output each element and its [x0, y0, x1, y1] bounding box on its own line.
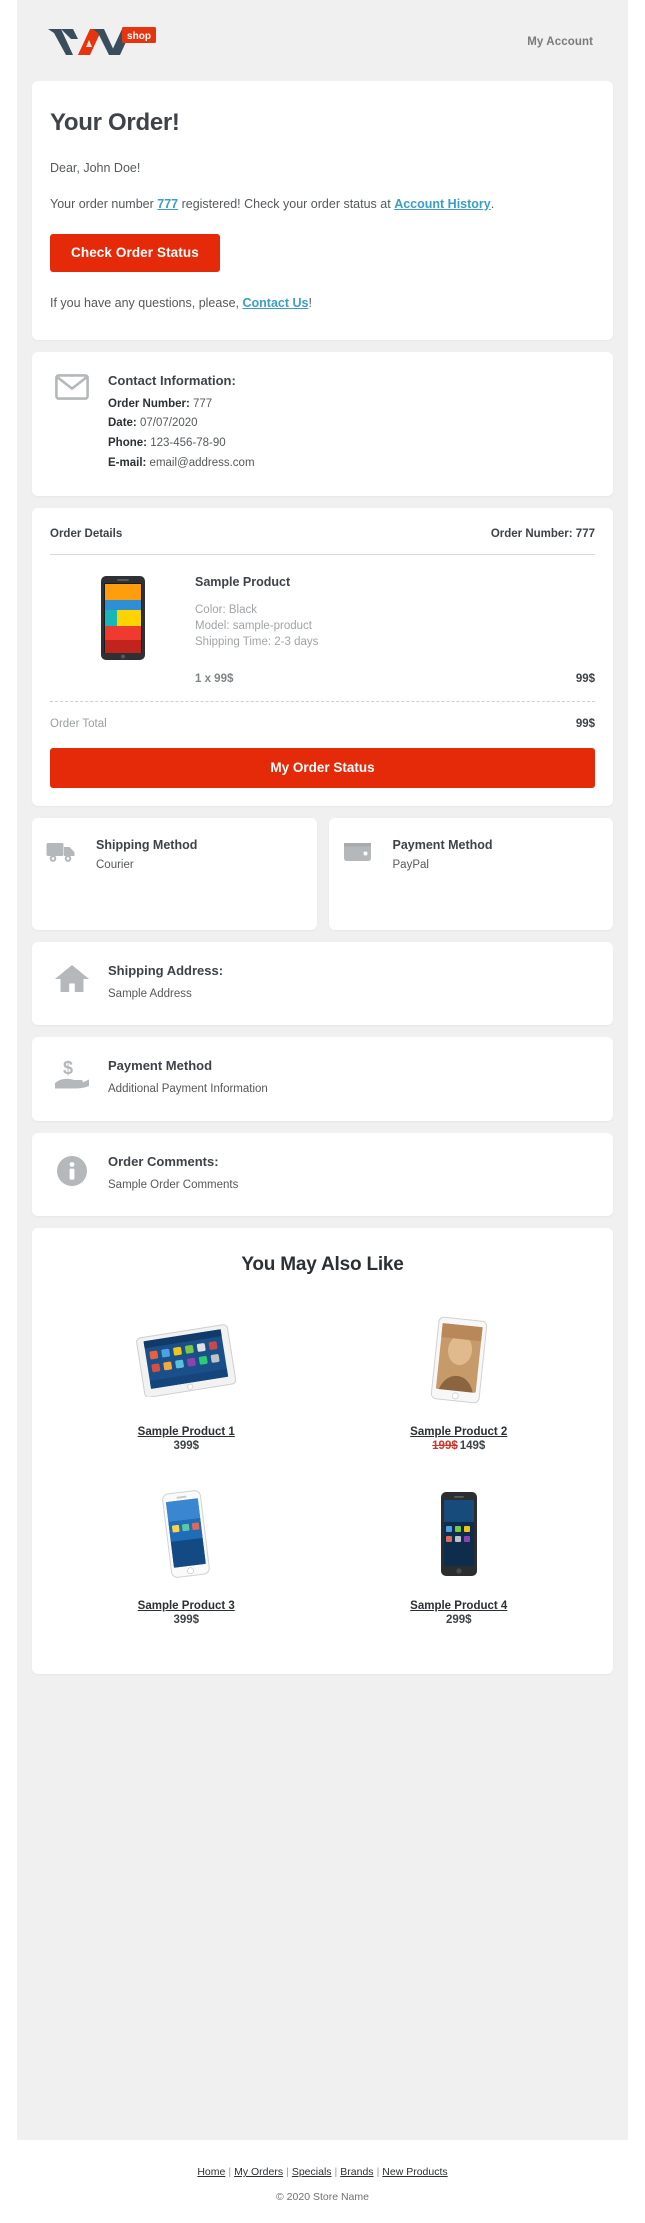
my-account-link[interactable]: My Account	[527, 36, 597, 48]
vava-shop-logo[interactable]: shop	[48, 25, 158, 59]
page-title: Your Order!	[50, 109, 180, 136]
upsell-item[interactable]: Sample Product 1 399$	[50, 1296, 323, 1470]
home-icon	[50, 962, 94, 994]
svg-text:$: $	[63, 1059, 73, 1078]
order-comments-card: Order Comments: Sample Order Comments	[32, 1132, 613, 1216]
product-color: Color: Black	[195, 603, 257, 616]
upsell-product-name[interactable]: Sample Product 3	[138, 1600, 235, 1612]
order-line-pre: Your order number	[50, 196, 158, 211]
contact-info-lines: Order Number: 777 Date: 07/07/2020 Phone…	[108, 395, 595, 474]
upsell-thumbnail-phone-white	[58, 1486, 315, 1582]
contact-us-link[interactable]: Contact Us	[243, 296, 309, 310]
footer-copyright: © 2020 Store Name	[276, 2191, 369, 2203]
email-body: shop My Account Your Order! Dear, John D…	[17, 0, 628, 2140]
order-product-row: Sample Product Color: Black Model: sampl…	[50, 555, 595, 689]
order-intro-card: Your Order! Dear, John Doe! Your order n…	[32, 81, 613, 340]
order-total-row: Order Total 99$	[50, 702, 595, 748]
questions-sentence: If you have any questions, please, Conta…	[50, 294, 595, 313]
order-total-label: Order Total	[50, 717, 107, 730]
product-model: Model: sample-product	[195, 620, 312, 633]
email-page: shop My Account Your Order! Dear, John D…	[0, 0, 645, 2223]
my-order-status-button[interactable]: My Order Status	[50, 747, 595, 788]
payment-information-value: Additional Payment Information	[108, 1083, 268, 1096]
account-history-link[interactable]: Account History	[394, 197, 491, 211]
footer-link-my-orders[interactable]: My Orders	[231, 2166, 286, 2178]
order-status-sentence: Your order number 777 registered! Check …	[50, 195, 595, 214]
upsell-thumbnail-tablet-white	[58, 1312, 315, 1408]
footer-link-home[interactable]: Home	[194, 2166, 228, 2178]
upsell-product-price: 399$	[173, 1439, 200, 1452]
product-price-row: 1 x 99$ 99$	[195, 673, 595, 685]
contact-information-card: Contact Information: Order Number: 777 D…	[32, 351, 613, 496]
shipping-method-card: Shipping Method Courier	[32, 817, 317, 930]
shipping-method-title: Shipping Method	[96, 837, 198, 852]
order-comments-title: Order Comments:	[108, 1153, 219, 1169]
upsell-item[interactable]: Sample Product 4 299$	[323, 1470, 596, 1644]
email-footer: Home | My Orders | Specials | Brands | New Produ…	[0, 2140, 645, 2223]
product-shipping-time: Shipping Time: 2-3 days	[195, 636, 319, 649]
upsell-card: You May Also Like Sample Product 1 399$ …	[32, 1227, 613, 1674]
footer-link-new-products[interactable]: New Products	[379, 2166, 450, 2178]
footer-link-specials[interactable]: Specials	[289, 2166, 335, 2178]
info-circle-icon	[50, 1153, 94, 1187]
greeting-text: Dear, John Doe!	[50, 160, 141, 175]
upsell-item[interactable]: Sample Product 2 199$ 149$	[323, 1296, 596, 1470]
order-line-end: .	[490, 196, 495, 211]
hand-dollar-icon: $	[50, 1057, 94, 1089]
upsell-thumbnail-tablet-gold	[331, 1312, 588, 1408]
upsell-product-price: 299$	[445, 1613, 472, 1626]
upsell-product-name[interactable]: Sample Product 1	[138, 1426, 235, 1438]
order-total-value: 99$	[575, 717, 595, 730]
contact-field-date: Date: 07/07/2020	[108, 417, 198, 430]
wallet-icon	[343, 838, 383, 869]
contact-field-order-number: Order Number: 777	[108, 397, 213, 410]
upsell-item[interactable]: Sample Product 3 399$	[50, 1470, 323, 1644]
upsell-product-price: 399$	[173, 1613, 200, 1626]
payment-information-card: $ Payment Method Additional Payment Info…	[32, 1037, 613, 1121]
upsell-product-price: 199$ 149$	[331, 1440, 588, 1452]
check-order-status-button[interactable]: Check Order Status	[50, 234, 220, 273]
footer-links: Home | My Orders | Specials | Brands | New Produ…	[10, 2166, 635, 2178]
questions-pre: If you have any questions, please,	[50, 296, 243, 311]
product-qty-price: 1 x 99$	[195, 672, 234, 685]
product-line-total: 99$	[575, 672, 595, 685]
email-header: shop My Account	[32, 0, 613, 81]
upsell-product-name[interactable]: Sample Product 4	[410, 1600, 507, 1612]
shipping-address-card: Shipping Address: Sample Address	[32, 941, 613, 1026]
order-comments-value: Sample Order Comments	[108, 1178, 239, 1191]
upsell-grid: Sample Product 1 399$ Sample Product 2 1…	[50, 1296, 595, 1644]
product-name: Sample Product	[195, 574, 291, 589]
upsell-thumbnail-phone-black	[331, 1486, 588, 1582]
upsell-new-price: 149$	[459, 1439, 486, 1452]
shipping-address-title: Shipping Address:	[108, 962, 224, 978]
shipping-address-value: Sample Address	[108, 987, 192, 1000]
payment-method-card: Payment Method PayPal	[328, 817, 613, 930]
method-cards-row: Shipping Method Courier Payment Method P…	[32, 817, 613, 930]
order-details-card: Order Details Order Number: 777 Sample P…	[32, 507, 613, 806]
product-attributes: Color: Black Model: sample-product Shipp…	[195, 602, 595, 651]
footer-link-brands[interactable]: Brands	[337, 2166, 376, 2178]
order-details-heading: Order Details	[50, 527, 123, 540]
contact-field-email: E-mail: email@address.com	[108, 457, 255, 470]
envelope-icon	[50, 372, 94, 400]
contact-field-phone: Phone: 123-456-78-90	[108, 437, 226, 450]
order-line-mid: registered! Check your order status at	[178, 196, 395, 211]
payment-method-title: Payment Method	[392, 837, 493, 852]
upsell-product-name[interactable]: Sample Product 2	[410, 1426, 507, 1438]
upsell-old-price: 199$	[432, 1439, 458, 1452]
svg-text:shop: shop	[127, 31, 151, 42]
truck-icon	[46, 838, 86, 869]
upsell-title: You May Also Like	[241, 1253, 404, 1275]
payment-method-value: PayPal	[392, 858, 429, 871]
product-thumbnail	[50, 571, 195, 685]
order-number-link[interactable]: 777	[157, 197, 178, 211]
order-details-header: Order Details Order Number: 777	[50, 528, 595, 554]
payment-information-title: Payment Method	[108, 1058, 213, 1074]
shipping-method-value: Courier	[96, 858, 134, 871]
order-details-order-number: Order Number: 777	[490, 527, 595, 540]
questions-end: !	[308, 296, 312, 311]
contact-info-title: Contact Information:	[108, 372, 236, 388]
